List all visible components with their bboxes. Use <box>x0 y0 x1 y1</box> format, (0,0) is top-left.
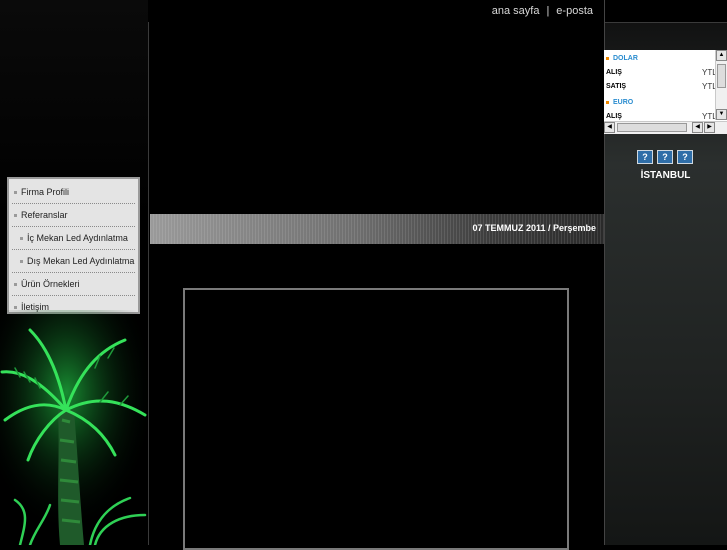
currency-widget: DOLAR ALIŞ YTL SATIŞ YTL EURO ALIŞ YTL ▲… <box>604 50 727 134</box>
menu-item-label: Firma Profili <box>21 187 70 197</box>
bullet-icon <box>606 56 609 60</box>
weather-icon: ? <box>637 150 653 164</box>
weather-icons: ? ? ? <box>637 150 693 166</box>
weather-icon: ? <box>677 150 693 164</box>
bullet-icon <box>14 191 17 195</box>
scroll-left-icon[interactable]: ◀ <box>604 122 615 133</box>
euro-heading: EURO <box>606 99 633 106</box>
dollar-label: DOLAR <box>613 55 638 62</box>
scroll-thumb[interactable] <box>717 64 726 88</box>
weather-icon: ? <box>657 150 673 164</box>
bullet-icon <box>14 283 17 287</box>
scroll-up-icon[interactable]: ▲ <box>716 50 727 61</box>
bullet-icon <box>14 214 17 218</box>
dollar-heading: DOLAR <box>606 55 638 62</box>
menu-item-ic-mekan[interactable]: İç Mekan Led Aydınlatma <box>12 227 135 250</box>
top-nav: ana sayfa | e-posta <box>492 5 593 17</box>
palm-tree-image <box>0 310 148 545</box>
bullet-icon <box>606 100 609 104</box>
menu-item-referanslar[interactable]: Referanslar <box>12 204 135 227</box>
bullet-icon <box>14 306 17 310</box>
scroll-down-icon[interactable]: ▼ <box>716 109 727 120</box>
scroll-thumb[interactable] <box>617 123 687 132</box>
menu-item-label: Ürün Örnekleri <box>21 279 80 289</box>
nav-separator: | <box>546 5 550 17</box>
content-frame <box>183 288 569 550</box>
menu-item-label: Dış Mekan Led Aydınlatma <box>27 256 135 266</box>
currency-row-label: SATIŞ <box>606 83 627 90</box>
bullet-icon <box>20 237 23 241</box>
menu-item-firma-profili[interactable]: Firma Profili <box>12 181 135 204</box>
date-bar: 07 TEMMUZ 2011 / Perşembe <box>150 214 604 244</box>
scroll-right-icon[interactable]: ▶ <box>704 122 715 133</box>
scroll-left-icon[interactable]: ◀ <box>692 122 703 133</box>
current-date: 07 TEMMUZ 2011 / Perşembe <box>472 223 596 233</box>
currency-row-label: ALIŞ <box>606 69 622 76</box>
menu-item-dis-mekan[interactable]: Dış Mekan Led Aydınlatma <box>12 250 135 273</box>
horizontal-scrollbar[interactable]: ◀ ◀ ▶ <box>604 121 727 134</box>
right-top-strip <box>604 0 727 23</box>
menu-item-urun-ornekleri[interactable]: Ürün Örnekleri <box>12 273 135 296</box>
left-divider <box>148 22 149 545</box>
email-link[interactable]: e-posta <box>556 5 593 17</box>
bullet-icon <box>20 260 23 264</box>
menu-item-label: Referanslar <box>21 210 68 220</box>
weather-city: İSTANBUL <box>640 170 691 181</box>
side-menu: Firma Profili Referanslar İç Mekan Led A… <box>7 177 140 314</box>
vertical-scrollbar[interactable]: ▲ ▼ <box>715 50 727 120</box>
currency-row-label: ALIŞ <box>606 113 622 120</box>
menu-item-label: İç Mekan Led Aydınlatma <box>27 233 128 243</box>
home-link[interactable]: ana sayfa <box>492 5 540 17</box>
euro-label: EURO <box>613 99 634 106</box>
